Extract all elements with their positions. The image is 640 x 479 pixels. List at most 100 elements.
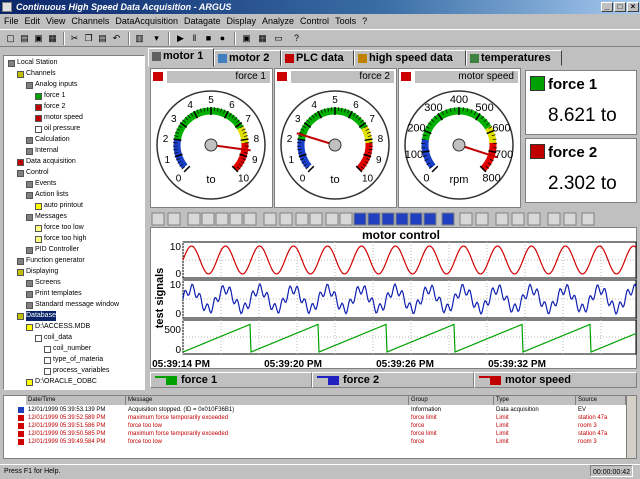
tree-node[interactable]: D:\ACCESS.MDB: [26, 322, 90, 332]
chart-tool-icon[interactable]: [326, 213, 338, 225]
menu-item-display[interactable]: Display: [227, 16, 257, 26]
tree-node[interactable]: Control: [17, 168, 49, 178]
pause-icon[interactable]: ‖: [188, 32, 201, 45]
chart-tool-icon[interactable]: [410, 213, 422, 225]
tree-node[interactable]: PID Controller: [26, 245, 79, 255]
menu-item-analyze[interactable]: Analyze: [262, 16, 294, 26]
chart-tool-icon[interactable]: [582, 213, 594, 225]
chart-tool-icon[interactable]: [354, 213, 366, 225]
chart-tool-icon[interactable]: [244, 213, 256, 225]
menu-item-datagate[interactable]: Datagate: [184, 16, 221, 26]
tree-node[interactable]: force too low: [35, 223, 84, 233]
chart-tool-icon[interactable]: [202, 213, 214, 225]
tree-node[interactable]: force too high: [35, 234, 86, 244]
tree-node[interactable]: Print templates: [26, 289, 82, 299]
legend-item[interactable]: force 2: [312, 372, 474, 388]
log-column-header[interactable]: Date/Time: [26, 396, 126, 405]
chart-tool-icon[interactable]: [168, 213, 180, 225]
tab-motor-2[interactable]: motor 2: [214, 50, 281, 66]
chart-tool-icon[interactable]: [528, 213, 540, 225]
grid-icon[interactable]: ▦: [256, 32, 269, 45]
chart-tool-icon[interactable]: [296, 213, 308, 225]
copy-icon[interactable]: ❐: [82, 32, 95, 45]
tree-node[interactable]: Calculation: [26, 135, 70, 145]
tree-node[interactable]: D:\ORACLE_ODBC: [26, 377, 97, 387]
maximize-button[interactable]: □: [614, 2, 626, 12]
log-column-header[interactable]: Group: [409, 396, 494, 405]
chart-tool-icon[interactable]: [382, 213, 394, 225]
chart-tool-icon[interactable]: [188, 213, 200, 225]
chart-tool-icon[interactable]: [460, 213, 472, 225]
tree-node[interactable]: type_of_materia: [44, 355, 103, 365]
print-icon[interactable]: ▦: [46, 32, 59, 45]
log-row[interactable]: 12/01/1999 05:39:49.584 PMforce too lowf…: [4, 438, 624, 446]
tab-temperatures[interactable]: temperatures: [466, 50, 562, 66]
chart-tool-icon[interactable]: [310, 213, 322, 225]
tree-node[interactable]: Events: [26, 179, 56, 189]
message-log[interactable]: Date/TimeMessageGroupTypeSource12/01/199…: [3, 395, 637, 459]
menu-item-tools[interactable]: Tools: [335, 16, 356, 26]
tree-node[interactable]: Database: [17, 311, 56, 321]
tab-motor-1[interactable]: motor 1: [148, 48, 214, 67]
chart-tool-icon[interactable]: [424, 213, 436, 225]
chart-tool-icon[interactable]: [564, 213, 576, 225]
chart-tool-icon[interactable]: [396, 213, 408, 225]
minimize-button[interactable]: _: [601, 2, 613, 12]
log-column-header[interactable]: Message: [126, 396, 409, 405]
project-tree[interactable]: Local StationChannelsAnalog inputsforce …: [3, 55, 145, 390]
tree-node[interactable]: Analog inputs: [26, 80, 77, 90]
tree-node[interactable]: Displaying: [17, 267, 58, 277]
screen-icon[interactable]: ▣: [240, 32, 253, 45]
log-column-header[interactable]: Source: [576, 396, 626, 405]
record-icon[interactable]: ●: [216, 32, 229, 45]
chart-tool-icon[interactable]: [152, 213, 164, 225]
chart-toolbar-icons[interactable]: [150, 211, 602, 227]
log-row[interactable]: 12/01/1999 05:39:50.585 PMmaximum force …: [4, 430, 624, 438]
log-scrollbar[interactable]: [626, 396, 636, 458]
tree-node[interactable]: coil_data: [35, 333, 72, 343]
log-row[interactable]: 12/01/1999 05:39:51.586 PMforce too lowf…: [4, 422, 624, 430]
tree-node[interactable]: Internal: [26, 146, 58, 156]
chart-tool-icon[interactable]: [512, 213, 524, 225]
tree-node[interactable]: auto printout: [35, 201, 83, 211]
save-icon[interactable]: ▣: [32, 32, 45, 45]
motor-control-chart[interactable]: motor controltest signals100100500005:39…: [151, 228, 638, 370]
tree-node[interactable]: Screens: [26, 278, 61, 288]
chart-tool-icon[interactable]: [476, 213, 488, 225]
tree-node[interactable]: force 2: [35, 102, 65, 112]
legend-item[interactable]: force 1: [150, 372, 312, 388]
tree-node[interactable]: Local Station: [8, 58, 57, 68]
menu-item-edit[interactable]: Edit: [25, 16, 41, 26]
view-icon[interactable]: ▥: [133, 32, 146, 45]
stop-icon[interactable]: ■: [202, 32, 215, 45]
tree-node[interactable]: process_variables: [44, 366, 109, 376]
tree-node[interactable]: Action lists: [26, 190, 68, 200]
chart-tool-icon[interactable]: [264, 213, 276, 225]
log-row[interactable]: 12/01/1999 05:39:53.139 PMAcquisition st…: [4, 406, 624, 414]
tree-node[interactable]: Data acquisition: [17, 157, 76, 167]
tree-node[interactable]: Channels: [17, 69, 56, 79]
tab-PLC-data[interactable]: PLC data: [281, 50, 354, 66]
help-icon[interactable]: ?: [290, 32, 303, 45]
menu-item-channels[interactable]: Channels: [71, 16, 109, 26]
tree-node[interactable]: motor speed: [35, 113, 83, 123]
open-icon[interactable]: ▤: [18, 32, 31, 45]
menu-item-dataacquisition[interactable]: DataAcquisition: [115, 16, 178, 26]
paste-icon[interactable]: ▤: [96, 32, 109, 45]
cut-icon[interactable]: ✂: [68, 32, 81, 45]
log-row[interactable]: 12/01/1999 05:39:52.589 PMmaximum force …: [4, 414, 624, 422]
menu-item-view[interactable]: View: [46, 16, 65, 26]
dropdown-icon[interactable]: ▾: [150, 32, 163, 45]
chart-tool-icon[interactable]: [368, 213, 380, 225]
chart-tool-icon[interactable]: [496, 213, 508, 225]
tree-node[interactable]: force 1: [35, 91, 65, 101]
log-column-header[interactable]: Type: [494, 396, 576, 405]
chart-tool-icon[interactable]: [280, 213, 292, 225]
chart-tool-icon[interactable]: [230, 213, 242, 225]
menu-item-[interactable]: ?: [362, 16, 367, 26]
chart-tool-icon[interactable]: [340, 213, 352, 225]
tree-node[interactable]: Standard message window: [26, 300, 119, 310]
undo-icon[interactable]: ↶: [110, 32, 123, 45]
tree-node[interactable]: oil pressure: [35, 124, 80, 134]
tab-high-speed-data[interactable]: high speed data: [354, 50, 466, 66]
